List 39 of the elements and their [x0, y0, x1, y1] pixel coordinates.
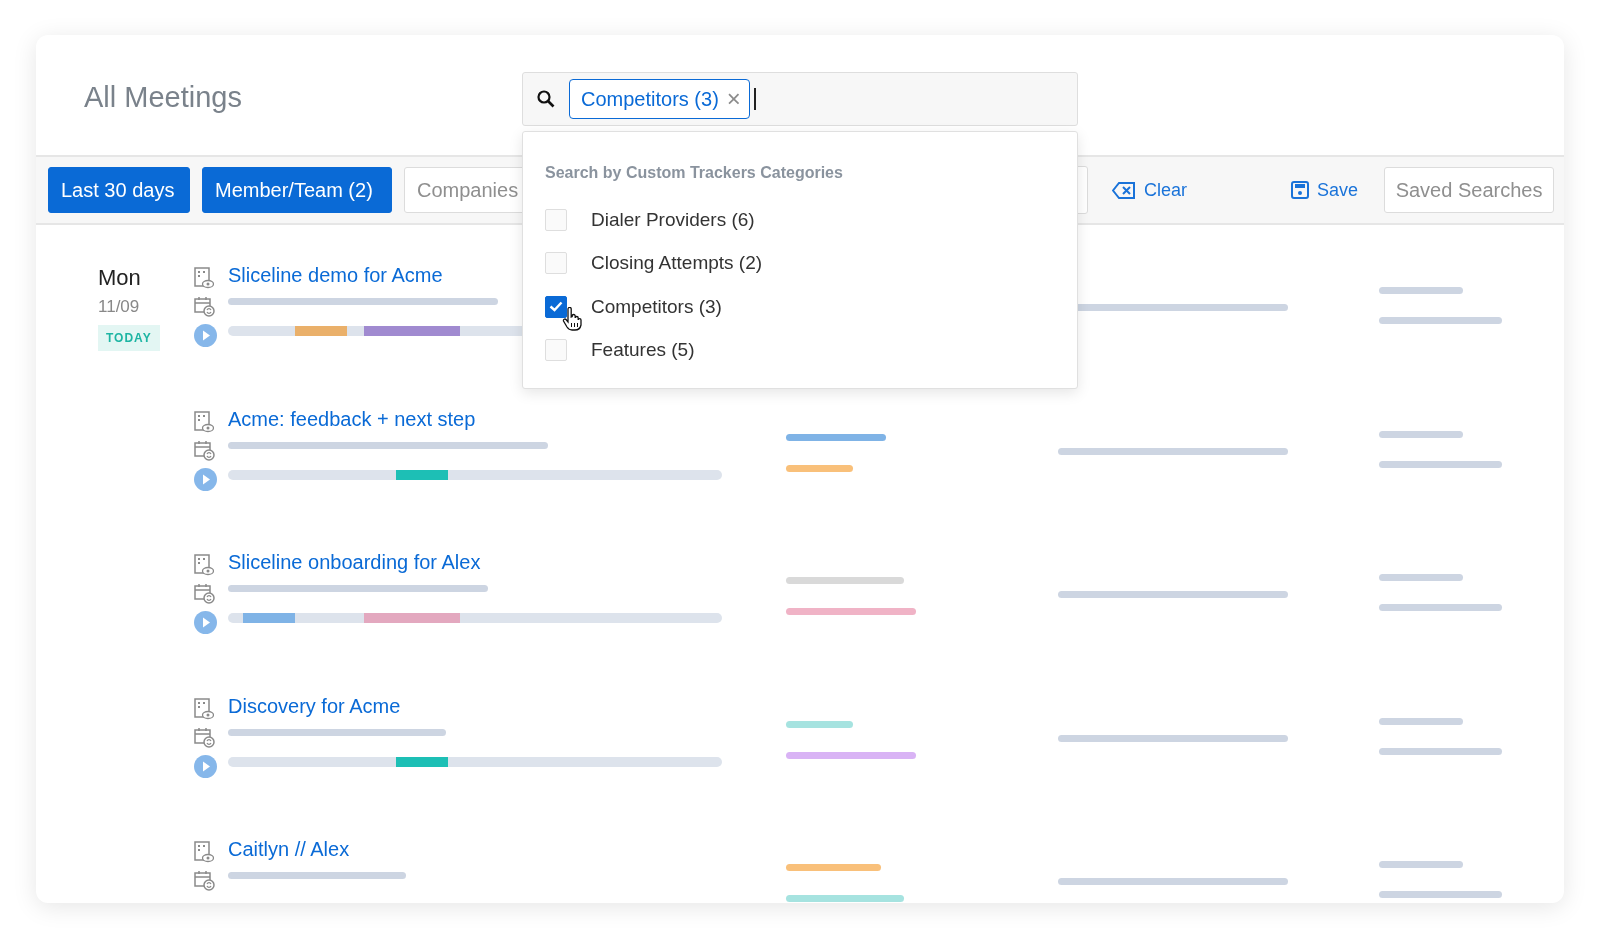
save-button[interactable]: Save — [1289, 175, 1361, 205]
calendar-icon — [194, 439, 215, 461]
play-icon[interactable] — [194, 611, 217, 634]
today-badge: TODAY — [98, 325, 160, 351]
clear-button[interactable]: Clear — [1110, 175, 1189, 205]
calendar-icon — [194, 296, 215, 317]
hand-cursor-icon — [562, 307, 582, 331]
building-eye-icon — [194, 841, 214, 863]
checkbox-option[interactable]: Closing Attempts (2) — [545, 241, 1077, 285]
page-title: All Meetings — [84, 81, 243, 114]
day-label: Mon — [98, 265, 141, 291]
search-field[interactable]: Competitors (3) × — [522, 72, 1078, 126]
building-eye-icon — [194, 554, 214, 576]
play-icon[interactable] — [194, 467, 217, 491]
chip-label: Competitors (3) — [581, 87, 719, 111]
calendar-icon — [194, 726, 215, 748]
meeting-title[interactable]: Sliceline onboarding for Alex — [228, 551, 481, 577]
filter-button[interactable]: Last 30 days — [48, 167, 190, 213]
checkbox-option[interactable]: Competitors (3) — [545, 285, 1077, 329]
filter-button[interactable]: Member/Team (2) — [202, 167, 392, 213]
play-icon[interactable] — [194, 754, 217, 778]
text-caret — [753, 88, 756, 110]
search-icon — [537, 90, 555, 108]
checkbox-option[interactable]: Features (5) — [545, 328, 1077, 372]
meeting-title[interactable]: Discovery for Acme — [228, 694, 401, 721]
building-eye-icon — [194, 410, 214, 433]
date-label: 11/09 — [98, 297, 140, 317]
close-icon[interactable]: × — [726, 85, 741, 113]
saved-searches-button[interactable]: Saved Searches — [1384, 167, 1555, 213]
play-icon[interactable] — [194, 324, 217, 347]
building-eye-icon — [194, 697, 214, 720]
calendar-icon — [194, 870, 215, 891]
calendar-icon — [194, 583, 215, 604]
building-eye-icon — [194, 267, 214, 289]
meeting-title[interactable]: Acme: feedback + next step — [228, 407, 476, 434]
checkmark-icon — [549, 301, 563, 313]
backspace-icon — [1112, 181, 1136, 199]
meeting-title[interactable]: Caitlyn // Alex — [228, 838, 350, 864]
meeting-title[interactable]: Sliceline demo for Acme — [228, 264, 443, 290]
